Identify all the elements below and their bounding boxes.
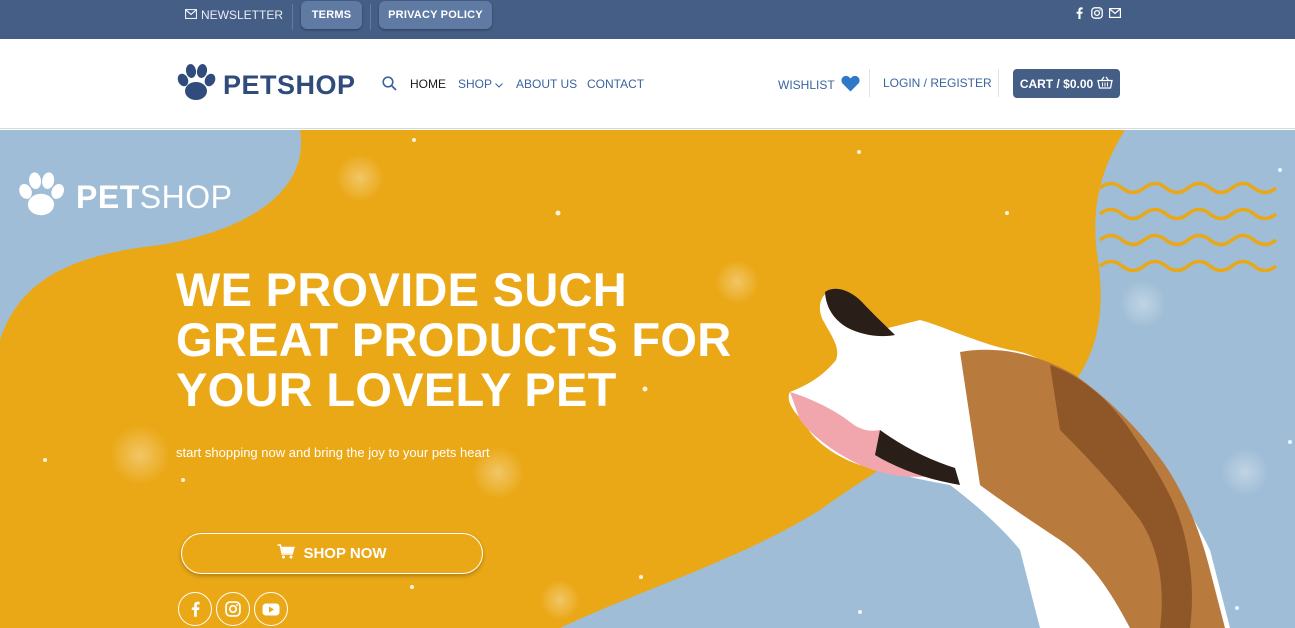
newsletter-link[interactable]: NEWSLETTER: [184, 7, 284, 23]
hero-banner: PETSHOP WE PROVIDE SUCH GREAT PRODUCTS F…: [0, 130, 1295, 628]
facebook-icon[interactable]: [1073, 6, 1085, 20]
instagram-icon[interactable]: [216, 592, 250, 626]
hero-logo: PETSHOP: [16, 170, 232, 225]
privacy-policy-button[interactable]: PRIVACY POLICY: [379, 1, 492, 29]
paw-icon: [175, 62, 217, 109]
nav-contact[interactable]: CONTACT: [587, 76, 644, 92]
hero-logo-shop: SHOP: [139, 179, 233, 215]
shop-now-label: SHOP NOW: [303, 545, 387, 562]
basket-icon: [1097, 75, 1113, 92]
login-register-link[interactable]: LOGIN / REGISTER: [883, 76, 992, 90]
hero-logo-text: PETSHOP: [76, 179, 232, 216]
topbar-divider: [292, 4, 293, 30]
site-logo[interactable]: PETSHOP: [175, 62, 356, 108]
instagram-icon[interactable]: [1091, 6, 1103, 20]
facebook-icon[interactable]: [178, 592, 212, 626]
topbar-divider: [370, 4, 371, 30]
hero-title: WE PROVIDE SUCH GREAT PRODUCTS FOR YOUR …: [176, 263, 732, 416]
shopping-cart-icon: [277, 544, 296, 563]
main-header: PETSHOP HOME SHOP ABOUT US CONTACT WISHL…: [0, 39, 1295, 129]
logo-text-pet: PET: [223, 69, 278, 100]
hero-logo-pet: PET: [76, 179, 140, 215]
paw-icon: [16, 170, 66, 225]
shop-now-button[interactable]: SHOP NOW: [181, 533, 483, 574]
nav-home[interactable]: HOME: [410, 76, 446, 92]
terms-button[interactable]: TERMS: [301, 1, 362, 29]
top-bar: NEWSLETTER TERMS PRIVACY POLICY: [0, 0, 1295, 39]
hero-social-links: [178, 592, 288, 626]
nav-shop[interactable]: SHOP: [458, 76, 503, 92]
envelope-icon: [184, 8, 198, 22]
topbar-social: [1073, 6, 1121, 20]
heart-icon: [841, 75, 860, 95]
logo-text: PETSHOP: [223, 70, 356, 101]
header-divider: [998, 69, 999, 97]
header-divider: [869, 69, 870, 97]
cart-label: CART / $0.00: [1019, 76, 1094, 91]
nav-shop-label: SHOP: [458, 77, 493, 91]
hero-subtitle: start shopping now and bring the joy to …: [176, 445, 490, 460]
nav-about-us[interactable]: ABOUT US: [516, 76, 577, 92]
youtube-icon[interactable]: [254, 592, 288, 626]
logo-text-shop: SHOP: [277, 69, 356, 100]
search-icon[interactable]: [382, 76, 398, 92]
envelope-icon[interactable]: [1109, 6, 1121, 20]
cart-button[interactable]: CART / $0.00: [1013, 69, 1120, 98]
newsletter-label: NEWSLETTER: [201, 8, 284, 22]
wishlist-label: WISHLIST: [778, 78, 835, 92]
wishlist-link[interactable]: WISHLIST: [778, 75, 860, 95]
chevron-down-icon: [495, 77, 503, 91]
